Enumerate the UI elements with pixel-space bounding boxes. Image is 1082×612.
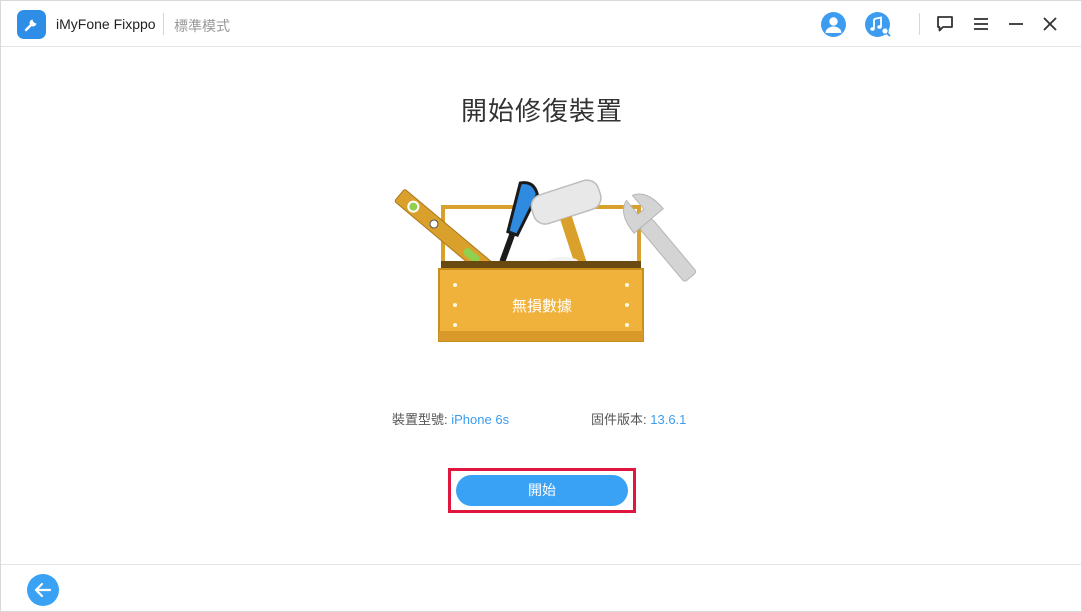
toolbox-illustration — [381, 179, 701, 349]
device-model-info: 裝置型號: iPhone 6s — [392, 409, 509, 428]
feedback-icon[interactable] — [935, 14, 955, 34]
app-window: iMyFone Fixppo 標準模式 開始修復裝置 無損數據 裝置型號: iP… — [0, 0, 1082, 612]
device-model-label: 裝置型號: — [392, 412, 448, 427]
app-name: iMyFone Fixppo — [56, 16, 156, 32]
start-button-highlight: 開始 — [448, 468, 636, 513]
mode-label: 標準模式 — [174, 18, 230, 34]
title-divider — [163, 13, 164, 35]
close-icon[interactable] — [1040, 14, 1060, 34]
page-title: 開始修復裝置 — [460, 96, 623, 126]
firmware-value: 13.6.1 — [650, 412, 687, 427]
device-model-value: iPhone 6s — [451, 412, 510, 427]
back-arrow-icon[interactable] — [27, 574, 59, 606]
start-button[interactable]: 開始 — [456, 475, 628, 506]
minimize-icon[interactable] — [1006, 14, 1026, 34]
firmware-info: 固件版本: 13.6.1 — [591, 409, 686, 428]
title-divider-2 — [919, 13, 920, 35]
toolbox-label: 無損數據 — [511, 298, 572, 315]
app-logo-icon — [17, 10, 46, 39]
user-icon[interactable] — [821, 12, 846, 37]
menu-icon[interactable] — [971, 14, 991, 34]
footer-bar — [1, 564, 1081, 611]
title-bar: iMyFone Fixppo 標準模式 — [1, 1, 1081, 47]
firmware-label: 固件版本: — [591, 412, 647, 427]
music-search-icon[interactable] — [865, 12, 891, 37]
